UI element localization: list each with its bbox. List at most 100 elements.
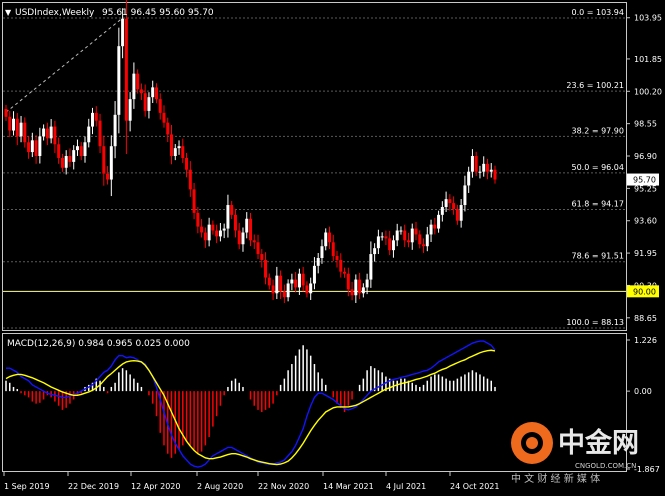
candle-body [297, 273, 301, 288]
fib-level-label: 61.8 = 94.17 [571, 200, 624, 209]
candle-body [286, 283, 290, 298]
candle-body [230, 205, 234, 215]
candle-body [294, 279, 298, 288]
candle-body [192, 189, 196, 213]
time-tick-label: 22 Nov 2020 [258, 482, 309, 491]
candle-body [207, 224, 211, 241]
candle-body [94, 112, 98, 121]
candle-body [113, 114, 117, 147]
candle-body [440, 206, 444, 215]
fib-level-label: 38.2 = 97.90 [571, 126, 624, 135]
candle-body [327, 232, 331, 243]
candle-body [136, 73, 140, 90]
candle-body [27, 142, 31, 153]
price-tick-label: 88.65 [634, 314, 657, 323]
candle-body [132, 73, 136, 100]
candle-body [467, 171, 471, 186]
candle-body [391, 240, 395, 251]
time-tick-label: 22 Dec 2019 [68, 482, 119, 491]
candle-body [121, 18, 125, 47]
candle-body [260, 254, 264, 260]
watermark-slogan: 中 文 财 经 新 媒 体 [511, 472, 600, 485]
candle-body [448, 199, 452, 204]
price-tick-label: 96.90 [634, 152, 657, 161]
candle-body [34, 140, 38, 157]
candle-body [252, 240, 256, 243]
candle-body [425, 234, 429, 247]
candle-body [478, 171, 482, 173]
candle-body [343, 271, 347, 274]
candle-body [369, 254, 373, 280]
fib-level-label: 23.6 = 100.21 [566, 81, 624, 90]
candle-body [139, 89, 143, 94]
candle-body [365, 279, 369, 288]
candle-body [316, 257, 320, 266]
candle-body [395, 230, 399, 241]
candle-body [406, 240, 410, 243]
candle-body [68, 156, 72, 162]
candle-body [79, 146, 83, 157]
candle-body [128, 99, 132, 121]
candle-body [196, 212, 200, 227]
candle-body [173, 148, 177, 157]
candle-body [414, 228, 418, 235]
candle-body [64, 156, 68, 168]
cngold-logo-core-icon [526, 437, 538, 449]
candle-body [339, 259, 343, 272]
candle-body [162, 112, 166, 123]
price-tick-label: 98.55 [634, 120, 657, 129]
candle-body [147, 97, 151, 111]
candle-body [455, 208, 459, 221]
price-tick-label: 93.60 [634, 217, 657, 226]
candle-body [154, 87, 158, 100]
trading-chart[interactable]: 0.0 = 103.94 23.6 = 100.21 38.2 = 97.90 50.… [0, 0, 665, 496]
candle-body [279, 275, 283, 292]
candle-body [256, 242, 260, 255]
candle-body [418, 234, 422, 245]
time-tick-label: 14 Mar 2021 [323, 482, 374, 491]
candle-body [422, 244, 426, 247]
candle-body [177, 146, 181, 149]
candle-body [233, 214, 237, 231]
candle-body [376, 236, 380, 249]
candle-body [373, 248, 377, 255]
candle-body [335, 256, 339, 260]
price-tick-label: 95.25 [634, 184, 657, 193]
candle-body [482, 163, 486, 172]
candle-body [320, 246, 324, 258]
candle-body [222, 228, 226, 231]
candle-body [109, 146, 113, 180]
ohlc-label: 95.61 96.45 95.60 95.70 [102, 8, 214, 18]
candle-body [30, 140, 34, 153]
price-tick-label: 103.95 [634, 14, 662, 23]
candle-body [215, 230, 219, 237]
candle-body [463, 185, 467, 206]
candle-body [42, 128, 46, 137]
candle-body [60, 157, 64, 168]
candle-body [249, 218, 252, 241]
candle-body [301, 273, 305, 286]
candle-body [331, 242, 335, 257]
candle-body [181, 146, 185, 158]
candle-body [312, 265, 316, 284]
candle-body [271, 285, 275, 294]
candle-body [380, 236, 384, 238]
fib-level-label: 50.0 = 96.04 [571, 163, 624, 172]
candle-body [226, 205, 230, 229]
candle-body [358, 279, 362, 294]
time-tick-label: 24 Oct 2021 [450, 482, 499, 491]
time-tick-label: 4 Jul 2021 [386, 482, 426, 491]
candle-body [459, 205, 463, 221]
candle-body [8, 116, 12, 131]
candle-body [282, 291, 286, 298]
macd-tick-label: 0.00 [634, 387, 652, 396]
candle-body [350, 289, 354, 296]
candle-body [23, 122, 27, 143]
fib-level-label: 0.0 = 103.94 [571, 8, 624, 17]
candle-body [241, 232, 245, 245]
candle-body [493, 169, 497, 180]
collapse-arrow-icon[interactable]: ▼ [5, 8, 12, 17]
candle-body [388, 238, 392, 251]
price-tick-label: 100.20 [634, 87, 662, 96]
fib-level-label: 78.6 = 91.51 [571, 252, 624, 261]
